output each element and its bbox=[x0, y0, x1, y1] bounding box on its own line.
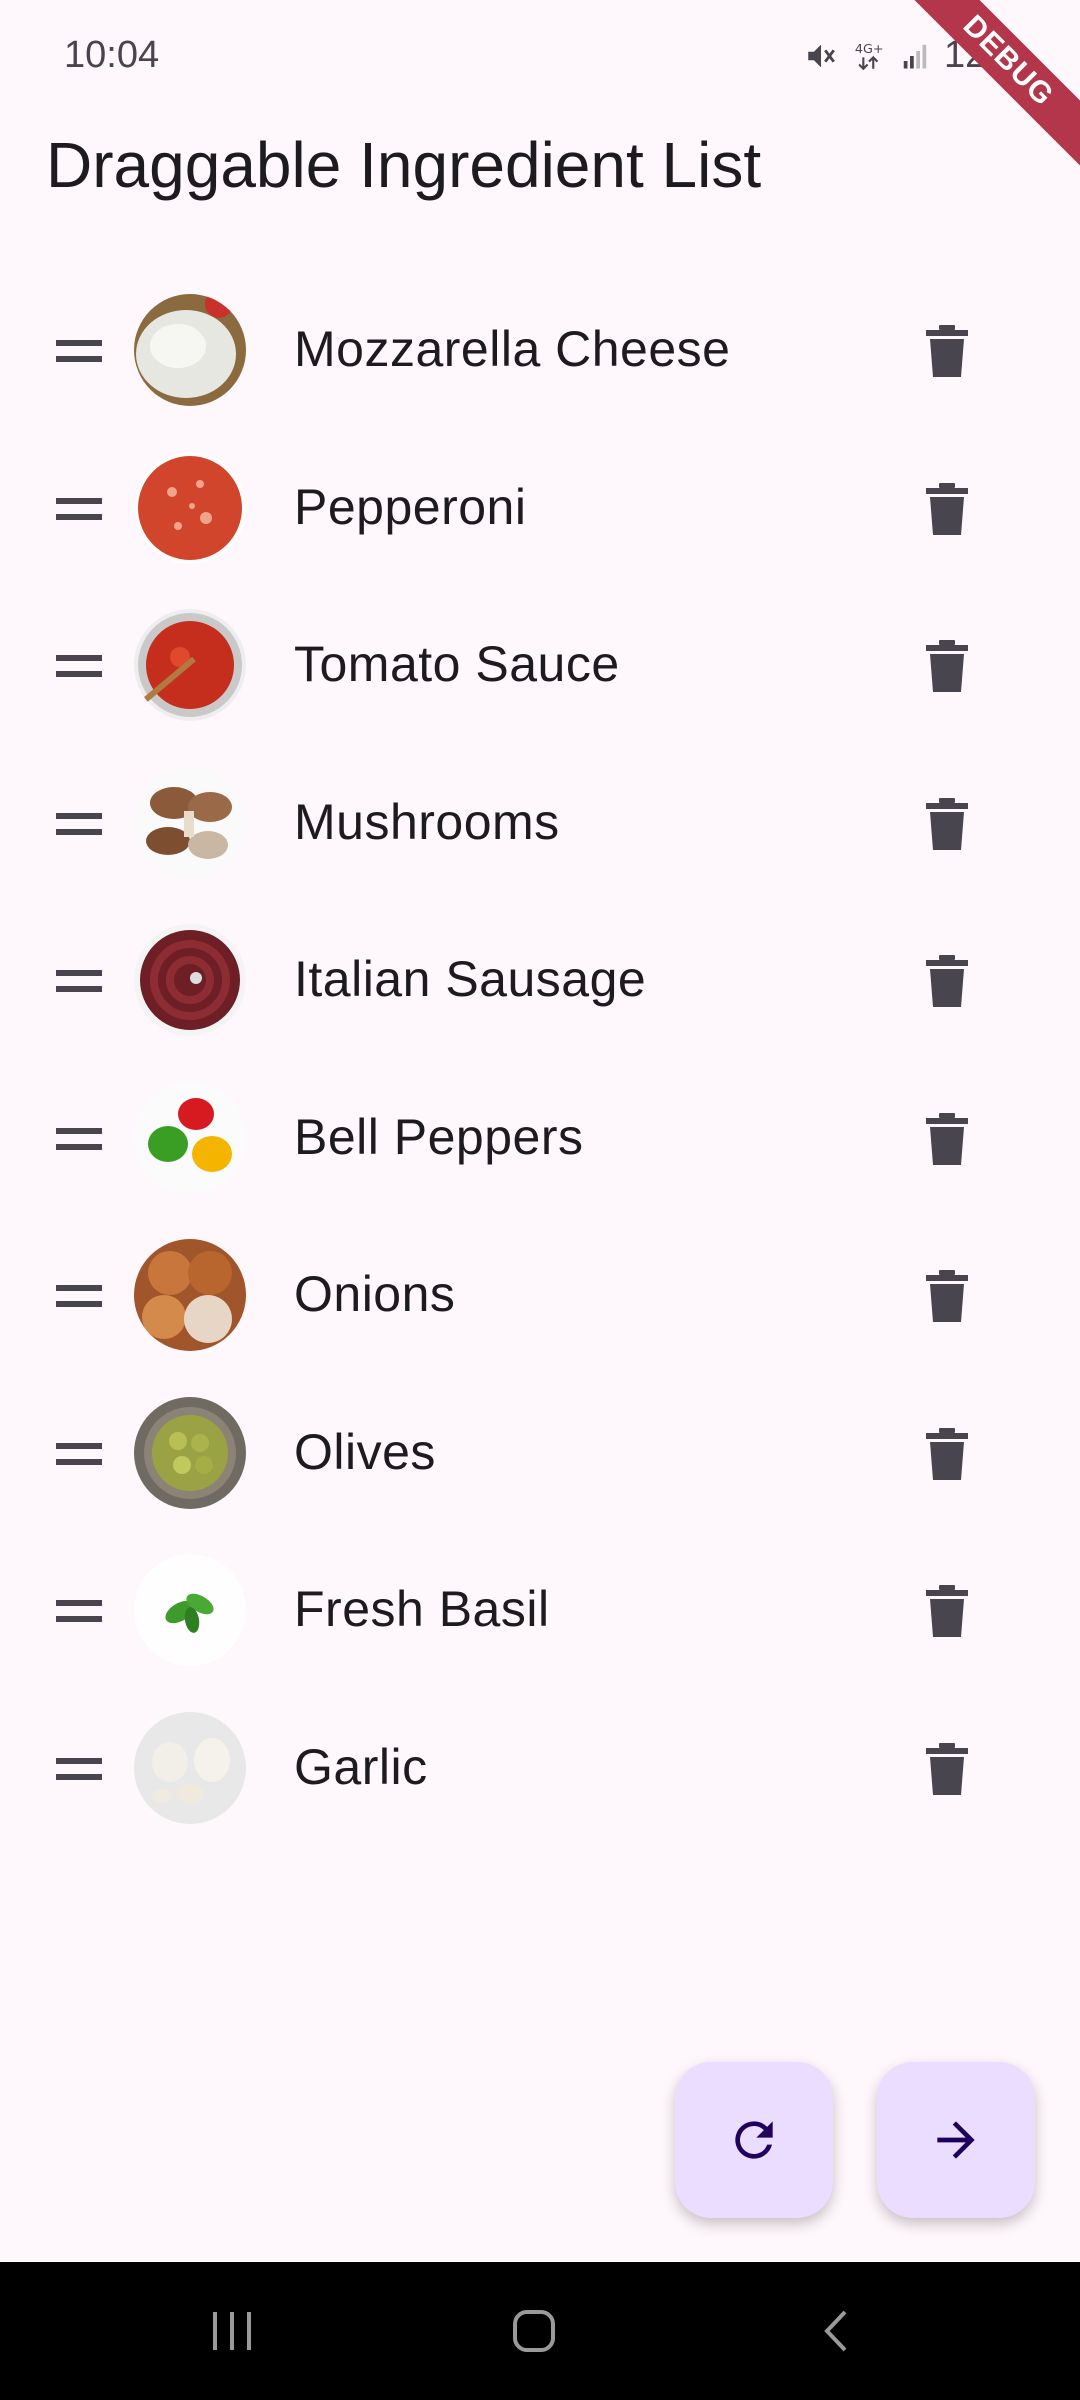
ingredient-name: Pepperoni bbox=[294, 478, 527, 535]
mushrooms-image bbox=[134, 766, 246, 879]
trash-icon bbox=[926, 1270, 968, 1322]
ingredient-name: Garlic bbox=[294, 1738, 428, 1795]
network-4g-icon: 4G+ bbox=[852, 39, 886, 73]
drag-handle-icon[interactable] bbox=[54, 964, 104, 998]
bell-peppers-image bbox=[134, 1081, 246, 1194]
garlic-image bbox=[134, 1711, 246, 1824]
drag-handle-icon[interactable] bbox=[54, 1437, 104, 1471]
trash-icon bbox=[926, 1112, 968, 1165]
mozzarella-image bbox=[134, 294, 246, 406]
trash-icon bbox=[926, 797, 968, 850]
delete-button[interactable] bbox=[914, 946, 980, 1016]
trash-icon bbox=[926, 482, 968, 535]
ingredient-name: Italian Sausage bbox=[294, 951, 647, 1007]
tomato-sauce-image bbox=[134, 609, 246, 721]
ingredient-name: Fresh Basil bbox=[294, 1581, 550, 1637]
ingredient-name: Onions bbox=[294, 1266, 456, 1322]
sausage-image bbox=[134, 924, 246, 1036]
delete-button[interactable] bbox=[914, 1104, 980, 1174]
delete-button[interactable] bbox=[914, 1261, 980, 1331]
delete-button[interactable] bbox=[914, 1576, 980, 1646]
status-time: 10:04 bbox=[64, 34, 160, 76]
olives-image bbox=[134, 1396, 246, 1509]
trash-icon bbox=[926, 640, 968, 692]
system-nav-bar bbox=[0, 2262, 1080, 2400]
svg-text:4G+: 4G+ bbox=[855, 42, 884, 57]
signal-icon bbox=[900, 41, 930, 71]
drag-handle-icon[interactable] bbox=[54, 334, 104, 368]
trash-icon bbox=[926, 955, 968, 1007]
pepperoni-image bbox=[134, 451, 246, 564]
drag-handle-icon[interactable] bbox=[54, 1752, 104, 1786]
trash-icon bbox=[926, 1585, 968, 1637]
ingredient-name: Olives bbox=[294, 1423, 436, 1480]
drag-handle-icon[interactable] bbox=[54, 807, 104, 841]
trash-icon bbox=[926, 1742, 968, 1795]
refresh-button[interactable] bbox=[675, 2062, 833, 2218]
list-item[interactable]: Olives bbox=[0, 1375, 1080, 1533]
mute-icon bbox=[804, 39, 838, 73]
back-icon bbox=[824, 2310, 847, 2352]
list-item[interactable]: Fresh Basil bbox=[0, 1532, 1080, 1690]
drag-handle-icon[interactable] bbox=[54, 1122, 104, 1156]
refresh-icon bbox=[735, 2121, 773, 2159]
home-button[interactable] bbox=[454, 2262, 614, 2400]
ingredient-name: Mushrooms bbox=[294, 793, 560, 850]
back-button[interactable] bbox=[758, 2262, 918, 2400]
ingredient-list: Mozzarella Cheese Pepperoni Tomato Sauce bbox=[0, 272, 1080, 1847]
battery-text: 12% bbox=[943, 34, 1020, 76]
drag-handle-icon[interactable] bbox=[54, 492, 104, 526]
drag-handle-icon[interactable] bbox=[54, 1279, 104, 1313]
list-item[interactable]: Mozzarella Cheese bbox=[0, 272, 1080, 430]
onions-image bbox=[134, 1239, 246, 1351]
basil-image bbox=[134, 1554, 246, 1666]
arrow-forward-icon bbox=[937, 2121, 975, 2159]
delete-button[interactable] bbox=[914, 1419, 980, 1489]
recent-apps-button[interactable] bbox=[152, 2262, 312, 2400]
next-button[interactable] bbox=[877, 2062, 1035, 2218]
ingredient-name: Mozzarella Cheese bbox=[294, 321, 731, 377]
delete-button[interactable] bbox=[914, 631, 980, 701]
drag-handle-icon[interactable] bbox=[54, 649, 104, 683]
list-item[interactable]: Tomato Sauce bbox=[0, 587, 1080, 745]
home-icon bbox=[513, 2310, 555, 2352]
drag-handle-icon[interactable] bbox=[54, 1594, 104, 1628]
delete-button[interactable] bbox=[914, 474, 980, 544]
trash-icon bbox=[926, 1427, 968, 1480]
list-item[interactable]: Onions bbox=[0, 1217, 1080, 1375]
recent-apps-icon bbox=[213, 2312, 251, 2350]
status-bar: 10:04 4G+ 12% bbox=[0, 0, 1080, 120]
list-item[interactable]: Garlic bbox=[0, 1690, 1080, 1848]
trash-icon bbox=[926, 325, 968, 377]
list-item[interactable]: Italian Sausage bbox=[0, 902, 1080, 1060]
delete-button[interactable] bbox=[914, 316, 980, 386]
list-item[interactable]: Mushrooms bbox=[0, 745, 1080, 903]
delete-button[interactable] bbox=[914, 789, 980, 859]
delete-button[interactable] bbox=[914, 1734, 980, 1804]
list-item[interactable]: Pepperoni bbox=[0, 430, 1080, 588]
status-icons: 4G+ 12% bbox=[804, 34, 1020, 77]
ingredient-name: Bell Peppers bbox=[294, 1108, 584, 1165]
page-title: Draggable Ingredient List bbox=[46, 129, 762, 201]
ingredient-name: Tomato Sauce bbox=[294, 636, 620, 692]
list-item[interactable]: Bell Peppers bbox=[0, 1060, 1080, 1218]
